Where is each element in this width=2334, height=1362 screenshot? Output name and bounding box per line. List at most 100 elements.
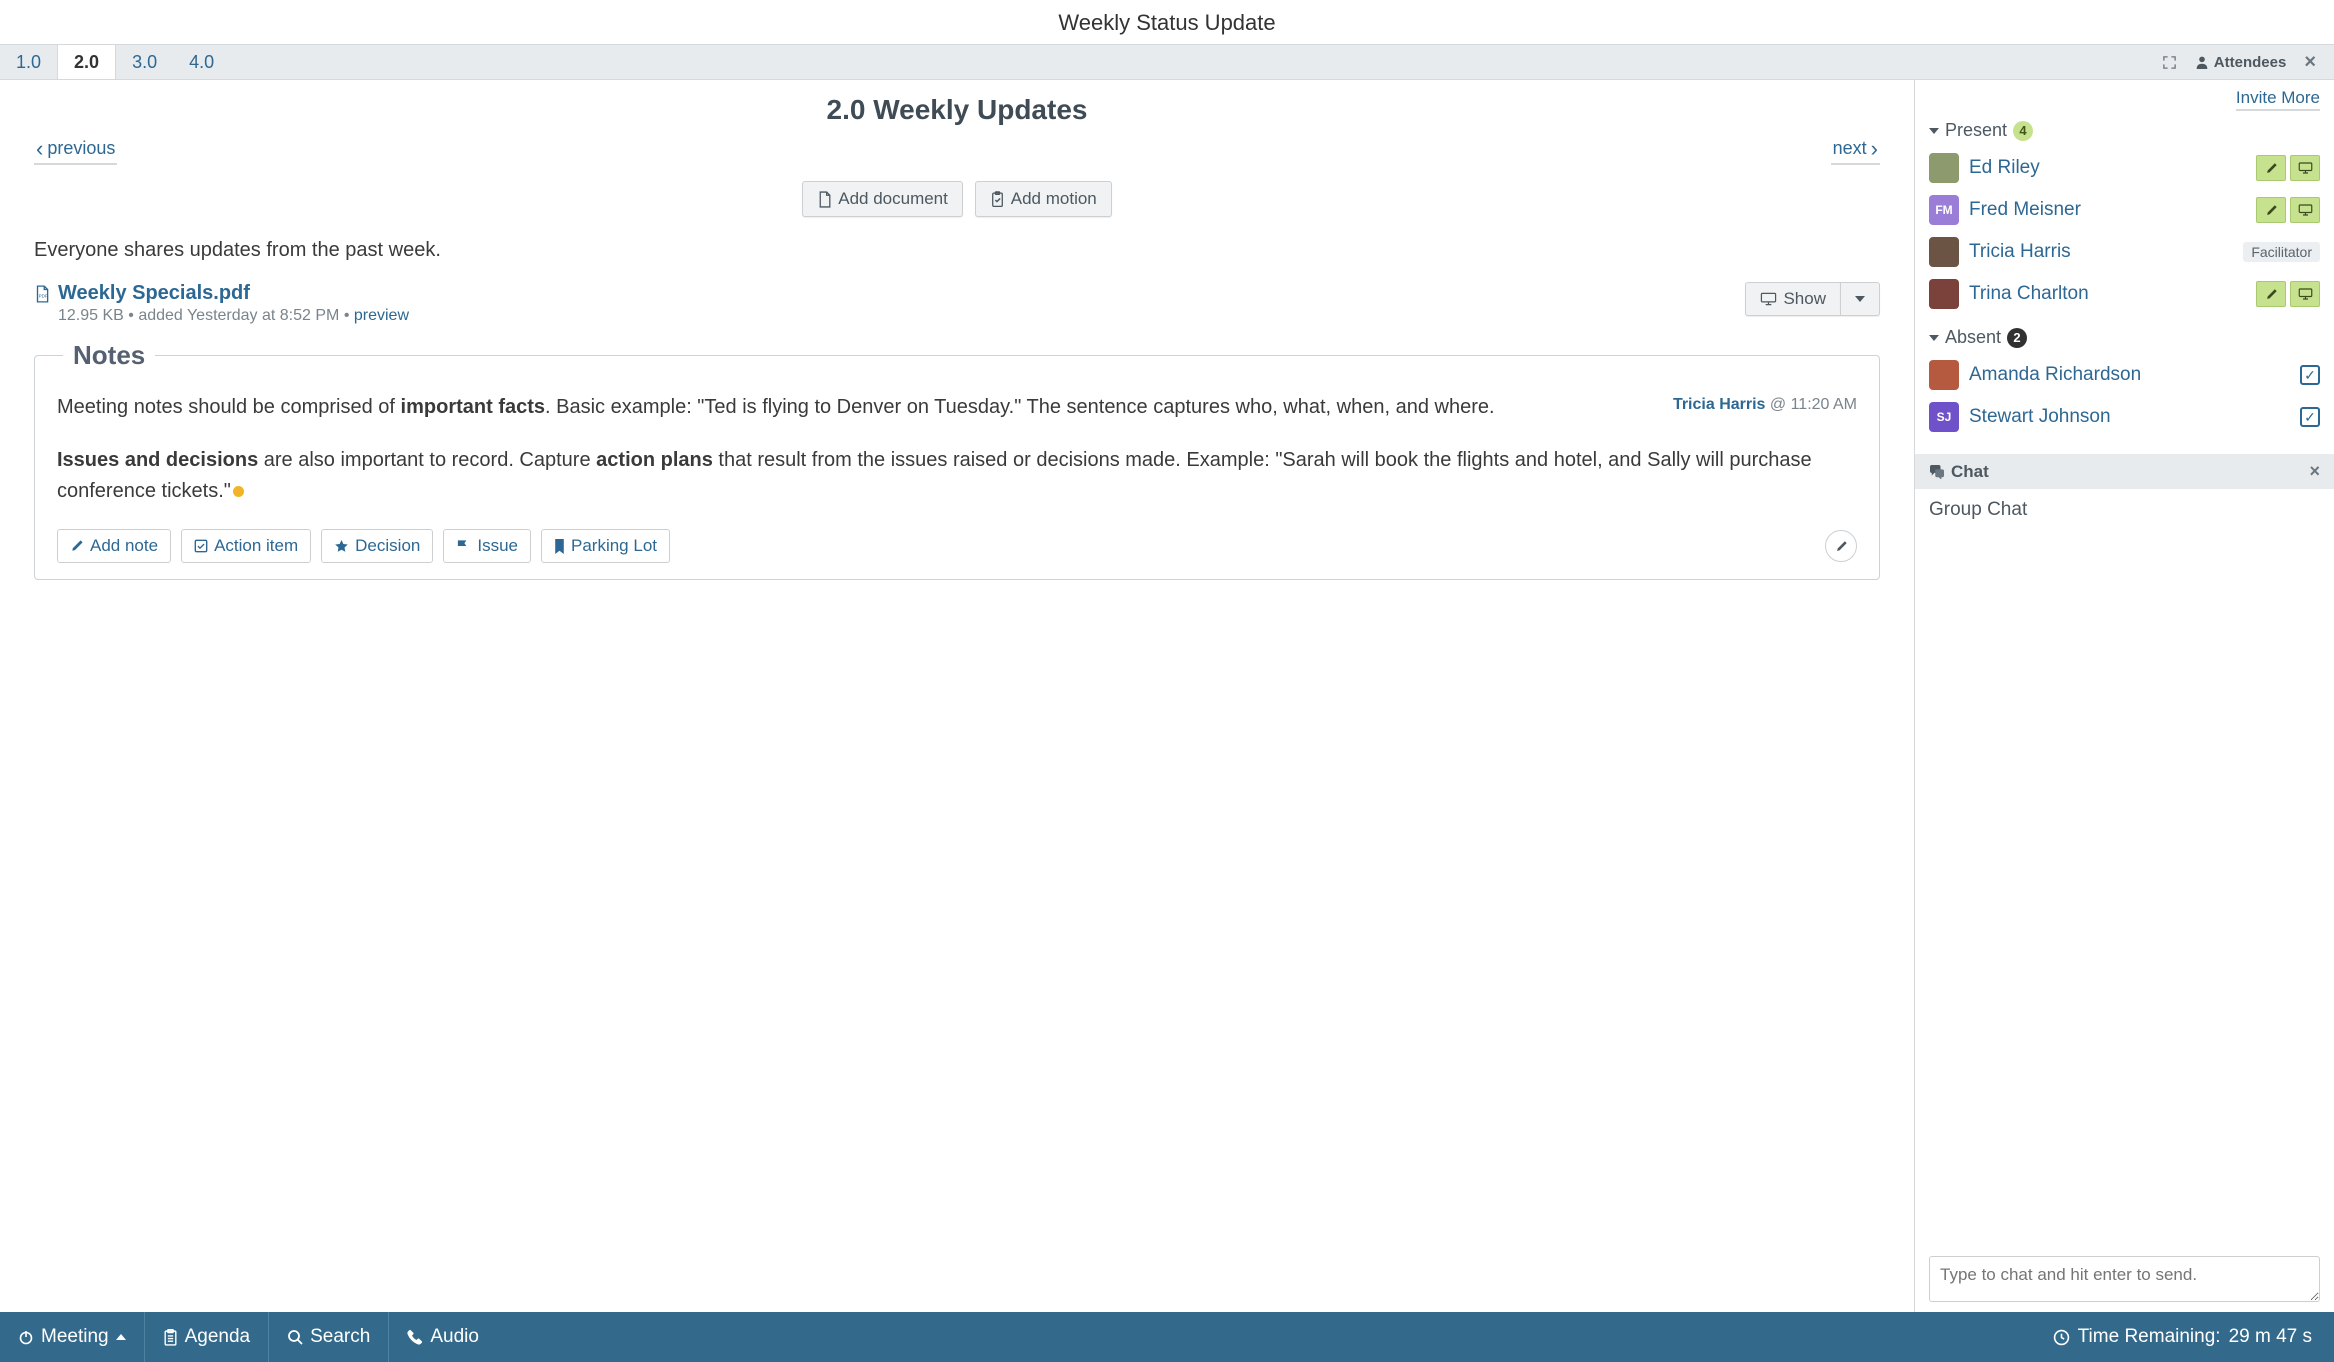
pdf-icon: PDF [34, 285, 50, 325]
scribe-button[interactable] [2256, 155, 2286, 181]
clipboard-icon [163, 1329, 178, 1346]
fullscreen-icon[interactable] [2162, 55, 2177, 70]
avatar [1929, 360, 1959, 390]
phone-icon [407, 1329, 423, 1345]
chat-group-label: Group Chat [1929, 499, 2320, 521]
clipboard-check-icon [990, 191, 1005, 208]
chevron-down-icon [1929, 335, 1939, 341]
present-count-badge: 4 [2013, 121, 2033, 141]
tab-4-0[interactable]: 4.0 [173, 45, 230, 79]
attendance-checkbox[interactable]: ✓ [2300, 365, 2320, 385]
document-icon [817, 191, 832, 208]
show-label: Show [1783, 289, 1826, 309]
monitor-icon [1760, 292, 1777, 306]
role-badge: Facilitator [2243, 242, 2320, 262]
presenter-button[interactable] [2290, 155, 2320, 181]
attendee-name[interactable]: Ed Riley [1969, 157, 2246, 179]
attachment-filename[interactable]: Weekly Specials.pdf [58, 282, 409, 305]
checkbox-icon [194, 539, 208, 553]
flag-icon [456, 539, 471, 553]
time-remaining: Time Remaining: 29 m 47 s [2031, 1312, 2334, 1362]
sidebar: Invite More Present 4 Ed Riley FM Fred Mei… [1914, 80, 2334, 1312]
tab-2-0[interactable]: 2.0 [57, 45, 116, 79]
decision-button[interactable]: Decision [321, 529, 433, 563]
invite-more-link[interactable]: Invite More [2236, 88, 2320, 111]
close-attendees-button[interactable]: × [2304, 51, 2316, 74]
presenter-button[interactable] [2290, 281, 2320, 307]
attendee-row: Ed Riley [1929, 147, 2320, 189]
add-note-button[interactable]: Add note [57, 529, 171, 563]
section-body-text: Everyone shares updates from the past we… [34, 239, 1880, 262]
add-document-label: Add document [838, 189, 948, 209]
chat-panel-header: Chat × [1915, 454, 2334, 489]
show-attachment-dropdown[interactable] [1840, 282, 1880, 316]
absent-count-badge: 2 [2007, 328, 2027, 348]
person-icon [2195, 55, 2209, 69]
audio-button[interactable]: Audio [389, 1312, 497, 1362]
attendee-name[interactable]: Trina Charlton [1969, 283, 2246, 305]
attendee-name[interactable]: Fred Meisner [1969, 199, 2246, 221]
search-icon [287, 1329, 303, 1345]
attendee-row: Trina Charlton [1929, 273, 2320, 315]
attendees-header-label: Attendees [2214, 54, 2287, 71]
agenda-button[interactable]: Agenda [145, 1312, 270, 1362]
parking-lot-button[interactable]: Parking Lot [541, 529, 670, 563]
attendee-row: Amanda Richardson ✓ [1929, 354, 2320, 396]
meeting-menu[interactable]: Meeting [0, 1312, 145, 1362]
attendee-name[interactable]: Stewart Johnson [1969, 406, 2290, 428]
star-icon [334, 539, 349, 554]
bottom-bar: Meeting Agenda Search Audio Time Remaini… [0, 1312, 2334, 1362]
absent-label: Absent [1945, 327, 2001, 348]
show-attachment-button[interactable]: Show [1745, 282, 1840, 316]
edit-notes-button[interactable] [1825, 530, 1857, 562]
attendance-checkbox[interactable]: ✓ [2300, 407, 2320, 427]
pencil-icon [1835, 540, 1848, 553]
issue-button[interactable]: Issue [443, 529, 531, 563]
add-motion-button[interactable]: Add motion [975, 181, 1112, 217]
tab-3-0[interactable]: 3.0 [116, 45, 173, 79]
bookmark-icon [554, 539, 565, 554]
attachment-meta: 12.95 KB • added Yesterday at 8:52 PM • … [58, 307, 409, 325]
chevron-up-icon [116, 1334, 126, 1340]
notes-section: Notes Tricia Harris @ 11:20 AM Meeting n… [34, 355, 1880, 580]
attendees-header: Attendees [2195, 54, 2287, 71]
attendee-name[interactable]: Tricia Harris [1969, 241, 2233, 263]
attendee-row: SJStewart Johnson✓ [1929, 396, 2320, 438]
attendee-name[interactable]: Amanda Richardson [1969, 364, 2290, 386]
tab-bar: 1.0 2.0 3.0 4.0 Attendees × [0, 44, 2334, 80]
section-heading: 2.0 Weekly Updates [34, 94, 1880, 126]
scribe-button[interactable] [2256, 197, 2286, 223]
next-link[interactable]: next [1831, 138, 1880, 165]
presenter-button[interactable] [2290, 197, 2320, 223]
present-label: Present [1945, 120, 2007, 141]
chat-heading: Chat [1951, 462, 1989, 482]
avatar [1929, 153, 1959, 183]
avatar [1929, 279, 1959, 309]
action-item-button[interactable]: Action item [181, 529, 311, 563]
search-button[interactable]: Search [269, 1312, 389, 1362]
chat-input[interactable] [1929, 1256, 2320, 1302]
attendee-row: FM Fred Meisner [1929, 189, 2320, 231]
note-content[interactable]: Meeting notes should be comprised of imp… [57, 392, 1857, 507]
present-group-toggle[interactable]: Present 4 [1929, 120, 2320, 141]
notes-legend: Notes [63, 340, 155, 371]
chevron-down-icon [1929, 128, 1939, 134]
main-content: 2.0 Weekly Updates previous next Add doc… [0, 80, 1914, 1312]
chat-panel: Group Chat [1915, 489, 2334, 1312]
add-document-button[interactable]: Add document [802, 181, 963, 217]
absent-group-toggle[interactable]: Absent 2 [1929, 327, 2320, 348]
close-chat-button[interactable]: × [2309, 461, 2320, 482]
add-motion-label: Add motion [1011, 189, 1097, 209]
cursor-indicator [233, 486, 244, 497]
avatar [1929, 237, 1959, 267]
power-icon [18, 1329, 34, 1345]
tab-1-0[interactable]: 1.0 [0, 45, 57, 79]
previous-link[interactable]: previous [34, 138, 117, 165]
chevron-down-icon [1855, 296, 1865, 302]
scribe-button[interactable] [2256, 281, 2286, 307]
note-author-stamp: Tricia Harris @ 11:20 AM [1673, 396, 1857, 414]
avatar: FM [1929, 195, 1959, 225]
chat-icon [1929, 465, 1945, 479]
attachment-preview-link[interactable]: preview [354, 307, 409, 324]
svg-text:PDF: PDF [39, 293, 48, 298]
